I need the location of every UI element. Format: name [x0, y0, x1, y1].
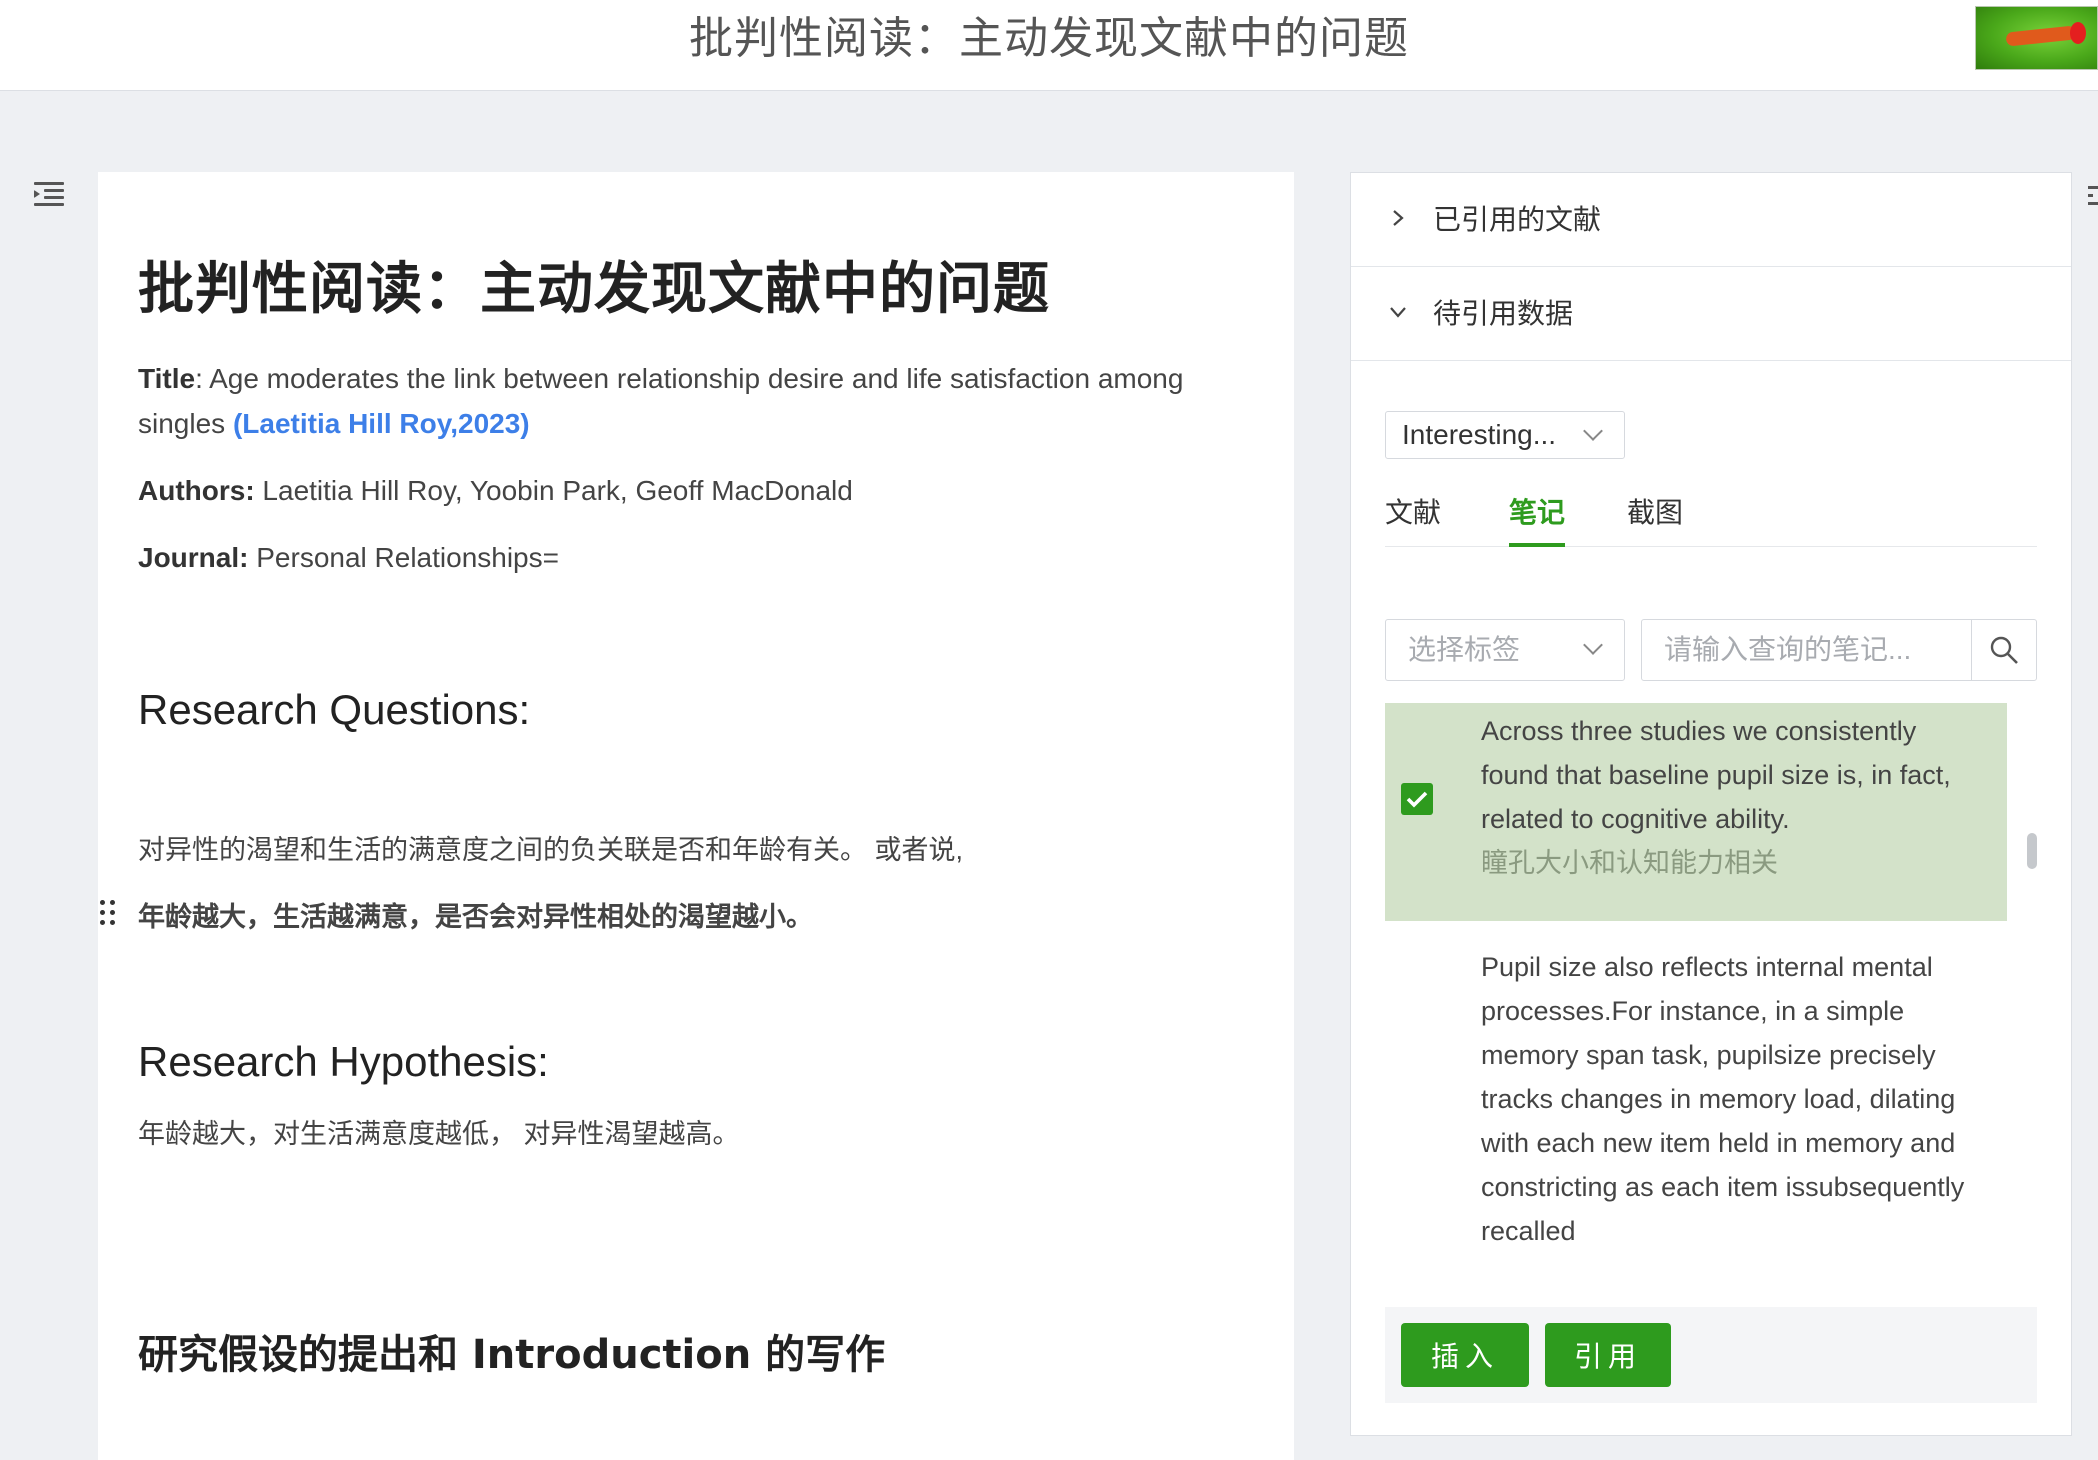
screenshot-thumbnail[interactable]	[1975, 6, 2098, 70]
check-icon	[1406, 791, 1428, 808]
tab-literature[interactable]: 文献	[1385, 493, 1441, 533]
notes-scrollbar-thumb[interactable]	[2027, 833, 2037, 869]
note-content: Across three studies we consistently fou…	[1481, 716, 1951, 834]
tag-select-placeholder: 选择标签	[1408, 634, 1521, 665]
note-annotation: 瞳孔大小和认知能力相关	[1481, 848, 1778, 878]
document-editor[interactable]: 批判性阅读：主动发现文献中的问题 Title: Age moderates th…	[98, 172, 1294, 1460]
outline-toggle-icon[interactable]	[34, 180, 66, 210]
note-content: Pupil size also reflects internal mental…	[1481, 952, 1965, 1246]
search-button[interactable]	[1971, 619, 2037, 681]
active-tab-indicator	[1509, 543, 1565, 547]
notes-search-input[interactable]	[1641, 619, 1973, 681]
pending-data-label: 待引用数据	[1433, 298, 1574, 329]
cited-references-header[interactable]: 已引用的文献	[1351, 173, 2071, 267]
window-title: 批判性阅读：主动发现文献中的问题	[689, 14, 1409, 63]
chevron-down-icon	[1583, 635, 1603, 655]
note-item[interactable]: Pupil size also reflects internal mental…	[1385, 921, 2007, 1263]
rq-paragraph-2: 年龄越大，生活越满意，是否会对异性相处的渴望越小。	[138, 902, 813, 932]
chevron-down-icon	[1390, 307, 1406, 318]
authors-line: Authors: Laetitia Hill Roy, Yoobin Park,…	[138, 468, 1258, 513]
panel-tabs: 文献 笔记 截图	[1385, 493, 2037, 547]
rh-paragraph: 年龄越大，对生活满意度越低， 对异性渴望越高。	[138, 1119, 740, 1149]
insert-button[interactable]: 插入	[1401, 1323, 1529, 1387]
action-bar: 插入 引用	[1385, 1307, 2037, 1403]
section-research-questions: Research Questions:	[138, 686, 531, 733]
title-label: Title	[138, 363, 196, 394]
title-line: Title: Age moderates the link between re…	[138, 356, 1258, 446]
tab-screenshots[interactable]: 截图	[1627, 493, 1683, 533]
collection-select[interactable]: Interesting...	[1385, 411, 1625, 459]
panel-toggle-icon[interactable]	[2088, 184, 2098, 210]
search-icon	[1990, 636, 2018, 664]
citation-panel: 已引用的文献 待引用数据 Interesting... 文献 笔记 截图 选择标…	[1350, 172, 2072, 1436]
pending-data-header[interactable]: 待引用数据	[1351, 267, 2071, 361]
rq-paragraph-1: 对异性的渴望和生活的满意度之间的负关联是否和年龄有关。 或者说,	[138, 835, 964, 865]
notes-scrollbar[interactable]	[2027, 703, 2037, 1263]
section-research-hypothesis: Research Hypothesis:	[138, 1038, 549, 1085]
chevron-right-icon	[1393, 210, 1404, 226]
authors-value: Laetitia Hill Roy, Yoobin Park, Geoff Ma…	[254, 475, 853, 506]
citation-link[interactable]: (Laetitia Hill Roy,2023)	[233, 408, 530, 439]
drag-handle-icon[interactable]	[100, 900, 118, 930]
chevron-down-icon	[1583, 421, 1603, 441]
note-text: Across three studies we consistently fou…	[1481, 709, 1981, 885]
document-heading: 批判性阅读：主动发现文献中的问题	[138, 257, 1050, 322]
journal-label: Journal:	[138, 542, 249, 573]
tab-notes[interactable]: 笔记	[1509, 493, 1565, 533]
cite-button[interactable]: 引用	[1545, 1323, 1671, 1387]
journal-line: Journal: Personal Relationships=	[138, 535, 1258, 580]
note-checkbox-checked[interactable]	[1401, 783, 1433, 815]
top-bar: 批判性阅读：主动发现文献中的问题	[0, 0, 2098, 91]
cited-references-label: 已引用的文献	[1433, 204, 1602, 235]
note-item[interactable]: Across three studies we consistently fou…	[1385, 703, 2007, 921]
note-text: Pupil size also reflects internal mental…	[1481, 945, 1981, 1253]
journal-value: Personal Relationships=	[248, 542, 559, 573]
notes-list[interactable]: Across three studies we consistently fou…	[1385, 703, 2037, 1263]
tag-select[interactable]: 选择标签	[1385, 619, 1625, 681]
section-intro-writing: 研究假设的提出和 Introduction 的写作	[138, 1332, 886, 1378]
authors-label: Authors:	[138, 475, 255, 506]
collection-select-value: Interesting...	[1402, 419, 1557, 450]
